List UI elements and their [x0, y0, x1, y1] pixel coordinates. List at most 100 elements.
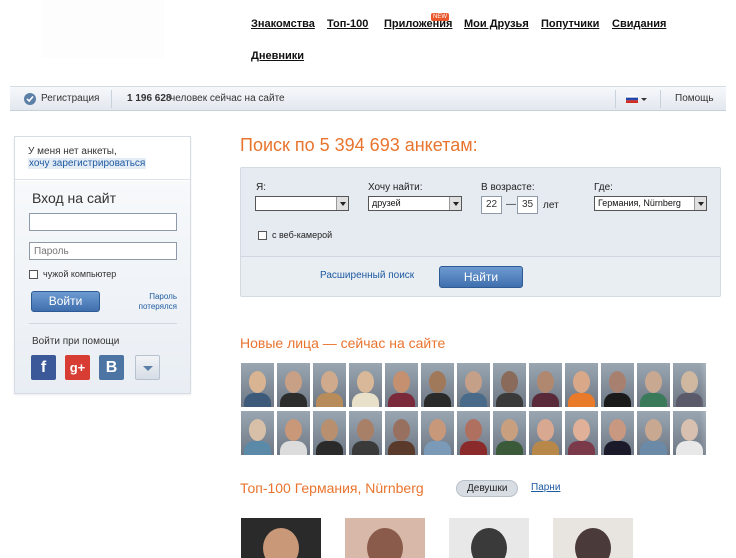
search-actions: Расширенный поиск Найти — [241, 256, 720, 296]
webcam-checkbox[interactable] — [258, 231, 267, 240]
forgot-password-link[interactable]: Пароль потерялся — [135, 292, 177, 312]
user-avatar[interactable] — [277, 363, 310, 407]
top100-photo[interactable] — [241, 518, 321, 558]
divider — [111, 90, 112, 108]
user-avatar[interactable] — [529, 411, 562, 455]
photo-face — [575, 528, 611, 558]
register-link[interactable]: хочу зарегистрироваться — [28, 158, 147, 169]
avatar-face — [465, 371, 482, 393]
avatar-body — [676, 393, 703, 407]
avatar-body — [460, 393, 487, 407]
more-social-button[interactable] — [135, 355, 160, 380]
user-avatar[interactable] — [385, 363, 418, 407]
avatar-face — [501, 419, 518, 441]
avatar-body — [496, 393, 523, 407]
login-input[interactable] — [29, 213, 177, 231]
age-dash: — — [506, 199, 516, 210]
user-avatar[interactable] — [637, 363, 670, 407]
photo-face — [367, 528, 403, 558]
search-button[interactable]: Найти — [439, 266, 523, 288]
target-select[interactable]: друзей — [368, 196, 462, 211]
want-label: Хочу найти: — [368, 182, 423, 193]
user-avatar[interactable] — [493, 363, 526, 407]
user-avatar[interactable] — [277, 411, 310, 455]
search-panel: Я: Хочу найти: друзей В возрасте: 22 — 3… — [240, 167, 721, 297]
advanced-search-link[interactable]: Расширенный поиск — [320, 270, 414, 281]
avatar-body — [316, 441, 343, 455]
user-avatar[interactable] — [241, 363, 274, 407]
google-plus-icon[interactable]: g+ — [65, 355, 90, 380]
age-to-input[interactable]: 35 — [517, 196, 538, 214]
nav-item-dates[interactable]: Свидания — [612, 18, 666, 30]
user-avatar[interactable] — [457, 363, 490, 407]
avatar-body — [352, 441, 379, 455]
chevron-down-icon — [336, 197, 348, 210]
avatar-body — [352, 393, 379, 407]
online-text: человек сейчас на сайте — [170, 93, 285, 104]
check-icon — [24, 93, 36, 105]
user-avatar[interactable] — [421, 411, 454, 455]
photo-face — [263, 528, 299, 558]
user-avatar[interactable] — [421, 363, 454, 407]
top100-photo[interactable] — [449, 518, 529, 558]
age-from-input[interactable]: 22 — [481, 196, 502, 214]
user-avatar[interactable] — [385, 411, 418, 455]
user-avatar[interactable] — [637, 411, 670, 455]
avatar-face — [393, 371, 410, 393]
girls-tab[interactable]: Девушки — [456, 480, 519, 497]
user-avatar[interactable] — [241, 411, 274, 455]
avatar-face — [681, 371, 698, 393]
i-label: Я: — [256, 182, 266, 193]
user-avatar[interactable] — [313, 411, 346, 455]
user-avatar[interactable] — [349, 363, 382, 407]
divider — [660, 90, 661, 108]
user-avatar[interactable] — [601, 363, 634, 407]
nav-item-dating[interactable]: Знакомства — [251, 18, 315, 30]
no-profile-text: У меня нет анкеты, — [28, 146, 117, 157]
boys-tab[interactable]: Парни — [531, 482, 560, 493]
login-panel: У меня нет анкеты, хочу зарегистрировать… — [14, 136, 191, 394]
avatar-body — [604, 393, 631, 407]
user-avatar[interactable] — [565, 411, 598, 455]
avatar-body — [604, 441, 631, 455]
nav-item-friends[interactable]: Мои Друзья — [464, 18, 529, 30]
password-input[interactable] — [29, 242, 177, 260]
help-link[interactable]: Помощь — [675, 93, 714, 104]
user-avatar[interactable] — [313, 363, 346, 407]
facebook-icon[interactable]: f — [31, 355, 56, 380]
foreign-pc-checkbox[interactable] — [29, 270, 38, 279]
russian-flag-icon[interactable] — [625, 94, 639, 103]
avatar-face — [429, 419, 446, 441]
vkontakte-icon[interactable]: B — [99, 355, 124, 380]
user-avatar[interactable] — [529, 363, 562, 407]
avatar-body — [496, 441, 523, 455]
avatar-face — [609, 419, 626, 441]
chevron-down-icon[interactable] — [641, 98, 647, 101]
login-button[interactable]: Войти — [31, 291, 100, 312]
nav-item-diaries[interactable]: Дневники — [251, 50, 304, 62]
avatar-face — [465, 419, 482, 441]
avatar-body — [676, 441, 703, 455]
photo-face — [471, 528, 507, 558]
nav-item-top100[interactable]: Топ-100 — [327, 18, 368, 30]
user-avatar[interactable] — [457, 411, 490, 455]
avatar-face — [321, 371, 338, 393]
chevron-down-icon — [694, 197, 706, 210]
top100-title: Топ-100 Германия, Nürnberg — [240, 480, 424, 496]
top100-photo[interactable] — [345, 518, 425, 558]
top100-photo[interactable] — [553, 518, 633, 558]
location-select[interactable]: Германия, Nürnberg — [594, 196, 707, 211]
gender-select[interactable] — [255, 196, 349, 211]
avatar-body — [280, 441, 307, 455]
user-avatar[interactable] — [493, 411, 526, 455]
register-link[interactable]: Регистрация — [41, 93, 99, 104]
user-avatar[interactable] — [565, 363, 598, 407]
user-avatar[interactable] — [601, 411, 634, 455]
user-avatar[interactable] — [349, 411, 382, 455]
site-logo[interactable] — [42, 0, 164, 58]
location-value: Германия, Nürnberg — [598, 198, 681, 208]
avatar-body — [640, 393, 667, 407]
nav-item-travel[interactable]: Попутчики — [541, 18, 599, 30]
new-badge: NEW — [431, 13, 449, 21]
online-count: 1 196 628 — [127, 93, 172, 104]
